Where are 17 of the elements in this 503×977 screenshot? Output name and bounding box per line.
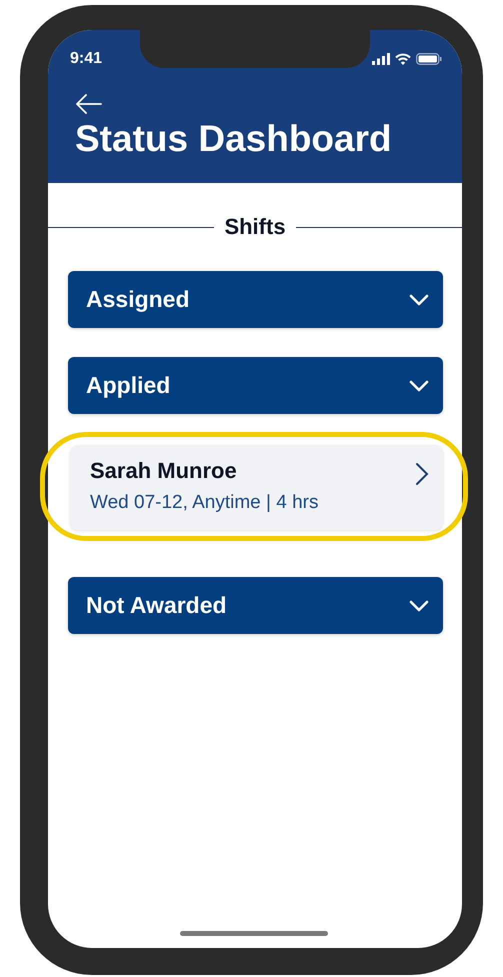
page-title: Status Dashboard [75, 118, 393, 160]
section-dropdown[interactable]: Assigned [68, 271, 443, 328]
signal-icon [372, 53, 390, 65]
section-dropdown[interactable]: Not Awarded [68, 577, 443, 634]
status-time: 9:41 [70, 49, 102, 68]
chevron-icon [409, 380, 429, 392]
chevron-icon [409, 600, 429, 612]
wifi-icon [395, 53, 411, 65]
worker-name: Sarah Munroe [90, 458, 238, 484]
shift-details: Wed 07-12, Anytime | 4 hrs [90, 492, 318, 514]
section-dropdown[interactable]: Applied [68, 357, 443, 414]
chevron-icon [409, 294, 429, 306]
chevron-right-icon [415, 462, 429, 486]
battery-icon [416, 53, 442, 65]
section-title: Shifts [224, 214, 286, 240]
back-arrow-icon[interactable] [75, 94, 102, 114]
shift-card[interactable]: Sarah Munroe Wed 07-12, Anytime | 4 hrs [70, 445, 443, 530]
